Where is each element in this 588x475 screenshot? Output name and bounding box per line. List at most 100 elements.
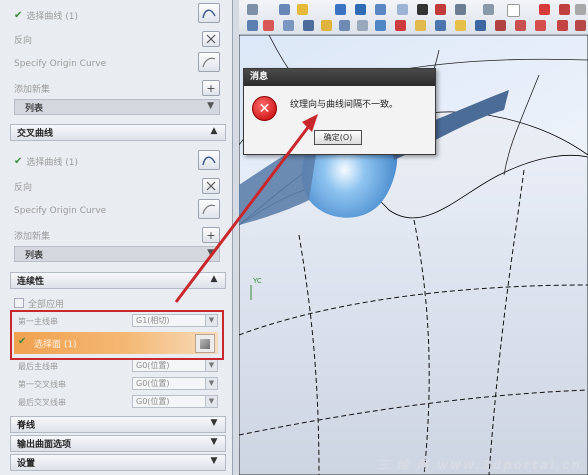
section-title: 脊线 — [17, 421, 36, 431]
add-icon: + — [206, 228, 216, 242]
continuity-section-header[interactable]: 连续性 ▲ — [10, 272, 226, 289]
fit-icon[interactable] — [297, 4, 308, 15]
curve-select-button[interactable] — [198, 3, 220, 23]
origin-curve-row: Specify Origin Curve — [14, 56, 106, 72]
cross-curves-section-header[interactable]: 交叉曲线 ▲ — [10, 124, 226, 141]
apply-all-label: 全部应用 — [28, 299, 65, 310]
offset-icon[interactable] — [321, 20, 332, 31]
arc-icon[interactable] — [283, 20, 294, 31]
last-cross-label: 最后交叉线串 — [18, 398, 66, 407]
dropdown-value: G0(位置) — [136, 379, 170, 388]
endpoint-icon[interactable] — [559, 4, 570, 15]
section-title: 输出曲面选项 — [17, 440, 72, 450]
surface-icon[interactable] — [375, 20, 386, 31]
cross-list-toggle[interactable]: 列表 ▼ — [14, 246, 220, 262]
dimension-icon[interactable] — [515, 20, 526, 31]
mesh-icon[interactable] — [435, 20, 446, 31]
output-surface-options-header[interactable]: 输出曲面选项 ▼ — [10, 435, 226, 452]
view-icon[interactable] — [279, 4, 290, 15]
surface-dialog-panel: ✔ 选择曲线 (1) 反向 Specify Origin Curve 添加新集 … — [0, 0, 233, 475]
check-icon: ✔ — [14, 9, 23, 21]
watermark-text: 三 维 网 www.3dportal.cn — [376, 458, 582, 472]
selection-icon[interactable] — [483, 4, 494, 15]
add-set-row: 添加新集 — [14, 80, 50, 96]
shaded-icon[interactable] — [355, 4, 366, 15]
settings-section-header[interactable]: 设置 ▼ — [10, 454, 226, 471]
layer-icon[interactable] — [397, 4, 408, 15]
section-title: 交叉曲线 — [17, 129, 54, 139]
add-set-label: 添加新集 — [14, 84, 51, 95]
line-icon[interactable] — [263, 20, 274, 31]
curve-icon — [202, 9, 216, 19]
sew-icon[interactable] — [455, 20, 466, 31]
reverse-direction-button[interactable] — [202, 31, 220, 47]
select-curve-label: 选择曲线 (1) — [26, 157, 79, 168]
origin-curve-icon — [202, 57, 216, 68]
trim-icon[interactable] — [339, 20, 350, 31]
quadrant-icon[interactable] — [575, 20, 586, 31]
reverse-icon — [206, 34, 216, 44]
intersect-icon[interactable] — [557, 20, 568, 31]
last-cross-dropdown[interactable]: G0(位置) ▼ — [132, 395, 218, 408]
midpoint-icon[interactable] — [575, 4, 586, 15]
filter-icon[interactable] — [507, 4, 520, 17]
select-curve-row[interactable]: ✔ 选择曲线 (1) — [14, 7, 78, 23]
curve-tool-icon[interactable] — [247, 20, 258, 31]
check-icon: ✔ — [14, 155, 23, 167]
add-set-button[interactable]: + — [202, 80, 220, 96]
cross-direction-row: 反向 — [14, 178, 32, 194]
section-title: 连续性 — [17, 277, 45, 287]
analysis-icon[interactable] — [475, 20, 486, 31]
apply-all-row[interactable]: 全部应用 — [14, 295, 64, 311]
cross-add-set-row: 添加新集 — [14, 227, 50, 243]
chevron-up-icon: ▲ — [210, 126, 218, 136]
select-curve-label: 选择曲线 (1) — [26, 11, 79, 22]
point-icon[interactable] — [303, 20, 314, 31]
spine-section-header[interactable]: 脊线 ▼ — [10, 416, 226, 433]
snap-point-icon[interactable] — [539, 4, 550, 15]
chevron-down-icon: ▼ — [210, 456, 218, 466]
yc-axis-label: YC — [252, 277, 262, 285]
snap-icon[interactable] — [247, 4, 258, 15]
chevron-up-icon: ▲ — [210, 274, 218, 284]
blend-icon[interactable] — [395, 20, 406, 31]
cross-origin-curve-row: Specify Origin Curve — [14, 203, 106, 219]
cross-reverse-direction-button[interactable] — [202, 178, 220, 194]
cross-curve-select-button[interactable] — [198, 150, 220, 170]
error-icon: ✕ — [252, 96, 277, 121]
chevron-down-icon: ▼ — [210, 437, 218, 447]
list-label: 列表 — [25, 250, 44, 261]
first-cross-label: 第一交叉线串 — [18, 380, 66, 389]
apply-all-checkbox[interactable] — [14, 298, 24, 308]
chevron-down-icon: ▼ — [210, 418, 218, 428]
cross-select-curve-row[interactable]: ✔ 选择曲线 (1) — [14, 153, 78, 169]
color-icon[interactable] — [417, 4, 428, 15]
display-icon[interactable] — [455, 4, 466, 15]
cross-add-set-button[interactable]: + — [202, 227, 220, 243]
chevron-down-icon: ▼ — [207, 101, 214, 111]
list-toggle[interactable]: 列表 ▼ — [14, 99, 220, 115]
chevron-down-icon: ▼ — [205, 378, 217, 389]
dropdown-value: G0(位置) — [136, 397, 170, 406]
material-icon[interactable] — [435, 4, 446, 15]
chevron-down-icon: ▼ — [205, 360, 217, 371]
tangent-icon[interactable] — [535, 20, 546, 31]
direction-row: 反向 — [14, 31, 32, 47]
direction-label: 反向 — [14, 182, 33, 193]
ok-button[interactable]: 确定(O) — [314, 130, 362, 145]
origin-curve-button[interactable] — [198, 52, 220, 72]
annotation-highlight-box — [10, 310, 224, 360]
extend-icon[interactable] — [357, 20, 368, 31]
direction-label: 反向 — [14, 35, 33, 46]
message-dialog: 消息 ✕ 纹理向与曲线间隔不一致。 确定(O) — [243, 68, 436, 155]
last-primary-dropdown[interactable]: G0(位置) ▼ — [132, 359, 218, 372]
dialog-message: 纹理向与曲线间隔不一致。 — [290, 100, 399, 110]
render-icon[interactable] — [335, 4, 346, 15]
first-cross-dropdown[interactable]: G0(位置) ▼ — [132, 377, 218, 390]
cross-origin-curve-button[interactable] — [198, 199, 220, 219]
wireframe-icon[interactable] — [375, 4, 386, 15]
measure-icon[interactable] — [495, 20, 506, 31]
last-primary-label: 最后主线串 — [18, 362, 58, 371]
origin-curve-label: Specify Origin Curve — [14, 59, 107, 69]
sweep-icon[interactable] — [415, 20, 426, 31]
